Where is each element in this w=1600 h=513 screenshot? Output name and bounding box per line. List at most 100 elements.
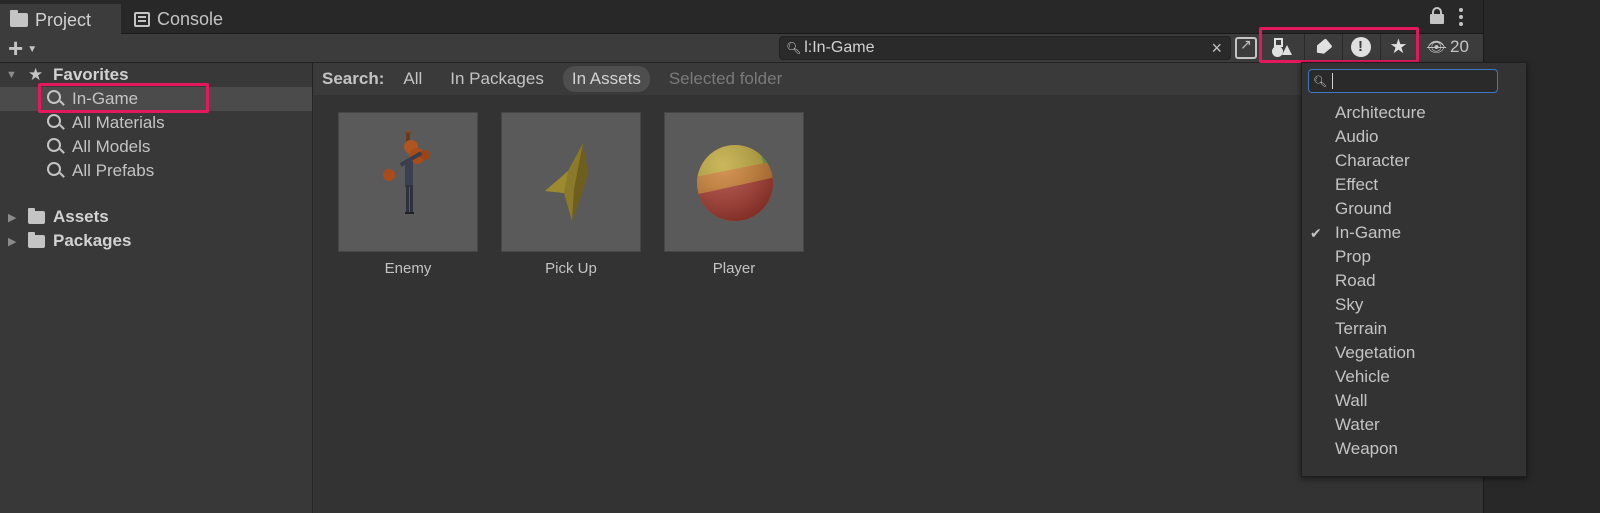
favorites-label: Favorites (53, 65, 129, 84)
label-option[interactable]: Wall (1302, 389, 1526, 413)
search-scope-label: Search: (322, 69, 385, 88)
asset-name: Player (712, 260, 756, 277)
expand-arrow-icon[interactable]: ▼ (6, 69, 17, 81)
search-icon: 🔍︎ (786, 41, 802, 55)
favorites-header[interactable]: ▼ ★ Favorites (0, 63, 312, 87)
label-option[interactable]: Ground (1302, 197, 1526, 221)
label-option-text: Terrain (1335, 319, 1387, 338)
search-icon (47, 162, 61, 176)
favorite-all-models[interactable]: All Models (0, 135, 312, 159)
scope-in-assets[interactable]: In Assets (562, 66, 650, 92)
search-by-importlog-button[interactable]: ! (1342, 34, 1378, 60)
label-option-text: In-Game (1335, 223, 1402, 242)
search-icon (47, 114, 61, 128)
asset-item[interactable]: Pick Up (501, 112, 641, 277)
type-filter-icon (1272, 37, 1292, 57)
favorite-label: In-Game (72, 89, 139, 108)
tab-console[interactable]: Console (132, 4, 242, 34)
lock-icon[interactable] (1430, 7, 1444, 24)
more-options-icon[interactable] (1456, 7, 1466, 27)
favorite-label: All Materials (72, 113, 165, 132)
label-filter-dropdown: 🔍︎ Architecture Audio Character Effect Groun… (1301, 62, 1527, 477)
asset-name: Pick Up (545, 260, 597, 277)
search-by-label-button[interactable] (1304, 34, 1340, 60)
label-option[interactable]: Terrain (1302, 317, 1526, 341)
favorite-label: All Prefabs (72, 161, 155, 180)
label-option-text: Character (1335, 151, 1410, 170)
label-option[interactable]: Road (1302, 269, 1526, 293)
label-option[interactable]: Architecture (1302, 101, 1526, 125)
label-option-text: Vegetation (1335, 343, 1416, 362)
create-button[interactable]: + ▼ (8, 33, 50, 63)
folder-tree: ▼ ★ Favorites In-Game All Materials All … (0, 63, 313, 513)
tree-item-packages[interactable]: ▶ Packages (0, 229, 312, 253)
asset-item[interactable]: Player (664, 112, 804, 277)
label-option[interactable]: Vegetation (1302, 341, 1526, 365)
expand-arrow-icon[interactable]: ▶ (8, 211, 16, 224)
checkmark-icon: ✔ (1310, 225, 1322, 241)
search-icon: 🔍︎ (1313, 75, 1327, 88)
folder-icon (10, 10, 28, 27)
favorite-in-game[interactable]: In-Game (0, 87, 312, 111)
search-by-type-button[interactable] (1264, 34, 1300, 60)
label-option-text: Ground (1335, 199, 1392, 218)
tab-console-label: Console (157, 8, 224, 29)
tag-icon (1313, 38, 1332, 57)
label-option-text: Audio (1335, 127, 1379, 146)
label-option-text: Prop (1335, 247, 1371, 266)
asset-thumbnail (501, 112, 641, 252)
label-option-text: Sky (1335, 295, 1364, 314)
asset-thumbnail (338, 112, 478, 252)
label-option[interactable]: Effect (1302, 173, 1526, 197)
label-option-text: Effect (1335, 175, 1379, 194)
warning-icon: ! (1350, 37, 1371, 57)
label-search-field[interactable]: 🔍︎ (1308, 69, 1498, 93)
clear-search-icon[interactable]: × (1211, 37, 1222, 59)
search-icon (47, 138, 61, 152)
favorite-all-materials[interactable]: All Materials (0, 111, 312, 135)
asset-thumbnail (664, 112, 804, 252)
label-option-text: Vehicle (1335, 367, 1390, 386)
asset-item[interactable]: Enemy (338, 112, 478, 277)
label-option[interactable]: Character (1302, 149, 1526, 173)
scope-selected-folder: Selected folder (668, 69, 783, 88)
tree-item-assets[interactable]: ▶ Assets (0, 205, 312, 229)
tab-project[interactable]: Project (0, 4, 121, 34)
text-caret (1331, 73, 1333, 89)
expand-arrow-icon[interactable]: ▶ (8, 235, 16, 248)
label-option-text: Architecture (1335, 103, 1426, 122)
hidden-packages-toggle[interactable]: 👁 20 (1427, 37, 1469, 57)
label-option[interactable]: Vehicle (1302, 365, 1526, 389)
label-option[interactable]: Sky (1302, 293, 1526, 317)
tab-project-label: Project (35, 9, 92, 30)
search-icon (47, 90, 61, 104)
console-icon (134, 11, 150, 27)
label-option[interactable]: Weapon (1302, 437, 1526, 461)
label-option[interactable]: ✔ In-Game (1302, 221, 1526, 245)
favorite-label: All Models (72, 137, 151, 156)
label-option[interactable]: Water (1302, 413, 1526, 437)
label-list: Architecture Audio Character Effect Ground ✔ I… (1302, 101, 1526, 461)
label-option[interactable]: Prop (1302, 245, 1526, 269)
label-option-text: Wall (1335, 391, 1368, 410)
scope-in-packages[interactable]: In Packages (441, 66, 553, 92)
eye-slash-icon: 👁 (1427, 39, 1447, 56)
folder-icon (28, 208, 45, 224)
label-option[interactable]: Audio (1302, 125, 1526, 149)
scope-all[interactable]: All (394, 66, 431, 92)
filter-buttons-highlight: ! ★ (1259, 27, 1419, 63)
chevron-down-icon: ▼ (27, 43, 38, 55)
search-input[interactable] (804, 39, 1205, 57)
label-option-text: Road (1335, 271, 1376, 290)
asset-name: Enemy (384, 260, 432, 277)
favorite-all-prefabs[interactable]: All Prefabs (0, 159, 312, 183)
hidden-count-value: 20 (1450, 37, 1469, 56)
folder-icon (28, 232, 45, 248)
search-field[interactable]: 🔍︎ × (779, 36, 1231, 60)
search-by-type-window-icon[interactable] (1235, 36, 1257, 59)
label-option-text: Weapon (1335, 439, 1399, 458)
project-window: Project Console + ▼ 🔍︎ × 👁 20 (0, 0, 1483, 513)
plus-icon: + (8, 33, 24, 63)
tree-item-label: Assets (53, 207, 109, 226)
save-search-button[interactable]: ★ (1380, 34, 1416, 60)
